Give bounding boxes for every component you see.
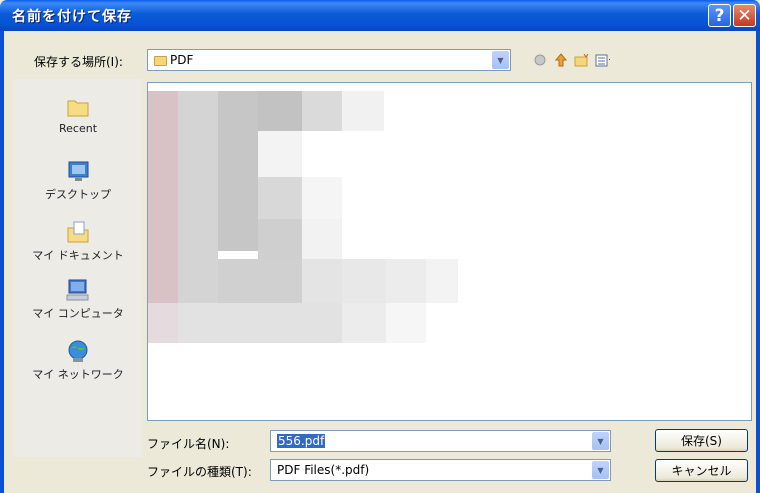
my-network-icon [64, 339, 92, 363]
lookin-value-text: PDF [170, 53, 194, 67]
window-frame-left [0, 31, 4, 493]
filename-input[interactable]: 556.pdf [277, 434, 326, 448]
lookin-combobox[interactable]: PDF ▼ [147, 49, 511, 71]
place-my-documents[interactable]: マイ ドキュメント [14, 220, 142, 263]
obscured-content [302, 219, 342, 259]
obscured-content [258, 91, 302, 131]
recent-folder-icon [64, 95, 92, 119]
window-frame-right [756, 31, 760, 493]
obscured-content [178, 303, 342, 343]
title-bar[interactable]: 名前を付けて保存 ? ✕ [0, 0, 760, 31]
up-folder-icon[interactable] [553, 53, 568, 68]
filetype-value: PDF Files(*.pdf) [277, 463, 370, 477]
obscured-content [178, 91, 218, 331]
obscured-content [386, 303, 426, 343]
dialog-title: 名前を付けて保存 [12, 9, 132, 25]
view-menu-icon[interactable] [595, 53, 610, 68]
place-recent[interactable]: Recent [14, 95, 142, 135]
place-label: マイ ドキュメント [32, 249, 124, 262]
obscured-content [342, 303, 386, 343]
help-button[interactable]: ? [708, 4, 731, 27]
file-list[interactable] [147, 82, 752, 421]
places-bar: Recent デスクトップ マイ ドキュメント マイ コンピュータ マイ ネット… [14, 79, 142, 457]
back-icon[interactable] [532, 53, 547, 68]
obscured-content [258, 219, 302, 259]
obscured-content [302, 91, 342, 131]
place-my-network[interactable]: マイ ネットワーク [14, 339, 142, 382]
folder-icon [154, 55, 167, 66]
place-label: デスクトップ [45, 188, 111, 201]
place-label: マイ ネットワーク [32, 368, 124, 381]
my-computer-icon [64, 278, 92, 302]
chevron-down-icon[interactable]: ▼ [492, 51, 509, 69]
obscured-content [302, 259, 342, 303]
filetype-label: ファイルの種類(T): [147, 465, 252, 479]
my-documents-icon [64, 220, 92, 244]
place-label: Recent [58, 122, 98, 135]
obscured-content [218, 91, 258, 251]
obscured-content [258, 177, 302, 219]
toolbar [532, 50, 610, 70]
obscured-content [426, 259, 458, 303]
chevron-down-icon[interactable]: ▼ [592, 461, 609, 479]
obscured-content [218, 259, 302, 303]
place-desktop[interactable]: デスクトップ [14, 159, 142, 202]
obscured-content [302, 177, 342, 219]
lookin-label: 保存する場所(I): [34, 55, 123, 69]
obscured-content [148, 303, 178, 343]
place-my-computer[interactable]: マイ コンピュータ [14, 278, 142, 321]
obscured-content [386, 259, 426, 303]
filename-label: ファイル名(N): [147, 437, 230, 451]
desktop-icon [64, 159, 92, 183]
filetype-select[interactable]: PDF Files(*.pdf) ▼ [270, 459, 611, 481]
place-label: マイ コンピュータ [32, 307, 124, 320]
close-button[interactable]: ✕ [733, 4, 756, 27]
new-folder-icon[interactable] [574, 53, 589, 68]
obscured-content [342, 259, 386, 303]
cancel-button[interactable]: キャンセル [655, 459, 748, 482]
obscured-content [342, 91, 384, 131]
save-button[interactable]: 保存(S) [655, 429, 748, 452]
obscured-content [258, 131, 302, 177]
lookin-value: PDF [154, 53, 193, 67]
filename-combobox[interactable]: 556.pdf ▼ [270, 430, 611, 452]
chevron-down-icon[interactable]: ▼ [592, 432, 609, 450]
obscured-content [148, 91, 178, 331]
